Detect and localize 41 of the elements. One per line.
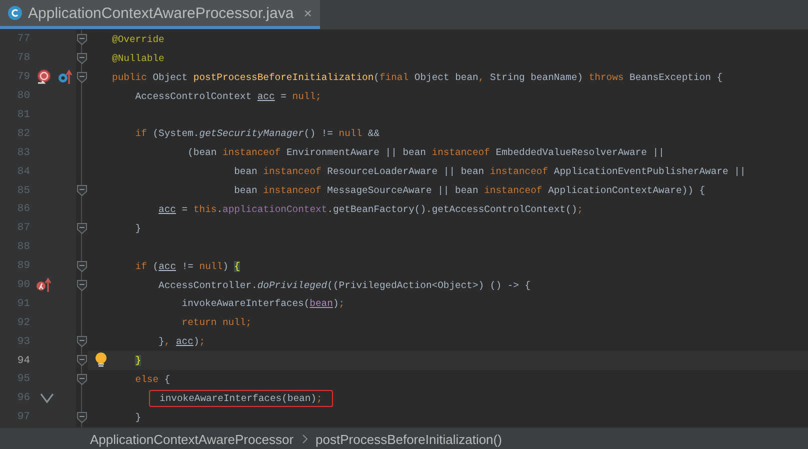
fold-marker[interactable]	[77, 34, 87, 45]
code-line: @Nullable	[112, 52, 164, 64]
fold-marker[interactable]	[77, 260, 87, 272]
fold-marker[interactable]	[77, 52, 87, 64]
override-icon[interactable]	[36, 69, 52, 86]
code-line: if (acc != null) {	[134, 260, 240, 272]
file-tab[interactable]: ApplicationContextAwareProcessor.java ×	[0, 0, 320, 29]
code-line: return null;	[180, 317, 252, 328]
code-line: }	[134, 412, 142, 423]
code-line: acc = this.applicationContext.getBeanFactory().getAccessControlContext();	[158, 204, 583, 215]
code-line: bean instanceof MessageSourceAware || bean instanceof ApplicationContextAware)) {	[233, 185, 706, 196]
implemented-icon[interactable]	[58, 69, 72, 86]
code-line: invokeAwareInterfaces(bean);	[180, 298, 345, 310]
code-line: AccessController.doPrivileged((PrivilegedAction<Object>) () -> {	[158, 280, 531, 291]
breadcrumb[interactable]: postProcessBeforeInitialization()	[316, 432, 502, 446]
fold-marker[interactable]	[77, 412, 87, 423]
code-line: else {	[134, 374, 170, 385]
code-line: public Object postProcessBeforeInitialization(final Object bean, String beanName) throws BeansException {	[112, 72, 723, 83]
fold-marker[interactable]	[77, 72, 87, 83]
fold-marker[interactable]	[77, 336, 87, 348]
fold-marker[interactable]	[77, 374, 87, 385]
code-line: bean instanceof ResourceLoaderAware || bean instanceof ApplicationEventPublisherAware ||	[233, 166, 746, 178]
class-icon	[8, 6, 22, 20]
lightbulb-icon[interactable]	[95, 352, 107, 368]
line-number: 94	[16, 354, 30, 367]
fold-marker[interactable]	[77, 185, 87, 196]
code-line: }, acc);	[158, 336, 206, 348]
highlighted-code: invokeAwareInterfaces(bean);	[148, 390, 334, 407]
fold-marker[interactable]	[77, 280, 87, 291]
breadcrumb[interactable]: ApplicationContextAwareProcessor	[90, 432, 294, 446]
code-line: }	[134, 222, 142, 234]
fold-marker[interactable]	[77, 355, 87, 366]
code-line: @Override	[112, 34, 164, 45]
chevron-icon	[302, 434, 308, 444]
fold-marker[interactable]	[77, 222, 87, 234]
check-icon	[40, 392, 54, 404]
code-line: if (System.getSecurityManager() != null &&	[134, 128, 380, 140]
lambda-icon[interactable]	[36, 277, 52, 294]
code-line: AccessControlContext acc = null;	[134, 90, 322, 102]
code-line: (bean instanceof EnvironmentAware || bean instanceof EmbeddedValueResolverAware ||	[186, 147, 664, 158]
close-button[interactable]: ×	[304, 5, 312, 21]
